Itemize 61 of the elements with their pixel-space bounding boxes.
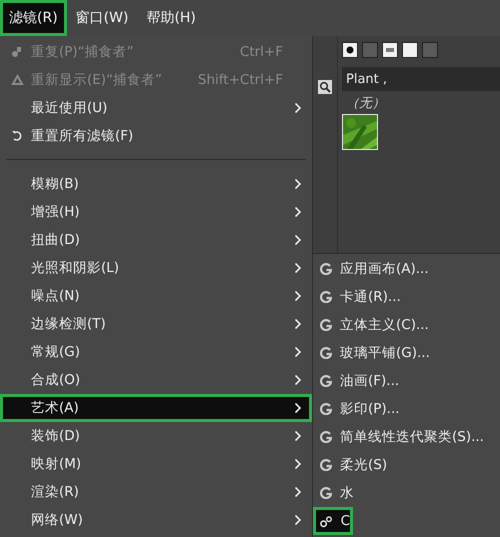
submenu-item[interactable]: 简单线性迭代聚类(S)... (313, 423, 500, 451)
font-tab-icon[interactable] (382, 42, 398, 58)
gegl-icon (320, 263, 332, 275)
tag-field[interactable]: Plant , (342, 67, 500, 91)
chevron-right-icon (294, 290, 302, 302)
menu-bar-item[interactable]: 滤镜(R) (0, 0, 67, 36)
menu-item[interactable]: 装饰(D) (0, 422, 312, 450)
menu-item[interactable]: 艺术(A) (0, 394, 312, 422)
shortcut-label: Ctrl+F (240, 44, 284, 60)
chevron-right-icon (294, 178, 302, 190)
submenu-item[interactable]: 应用画布(A)... (313, 255, 500, 283)
chevron-right-icon (294, 514, 302, 526)
submenu-item[interactable]: 柔光(S) (313, 451, 500, 479)
submenu-item[interactable]: 玻璃平铺(G)... (313, 339, 500, 367)
gegl-icon (320, 459, 332, 471)
gegl-icon (320, 347, 332, 359)
gegl-icon (320, 431, 332, 443)
reset-icon (11, 130, 23, 142)
brush-tab-icon[interactable] (342, 42, 358, 58)
submenu-item[interactable]: 油画(F)... (313, 367, 500, 395)
submenu-item[interactable]: 影印(P)... (313, 395, 500, 423)
submenu-item[interactable]: 水 (313, 479, 500, 507)
menu-item[interactable]: 增强(H) (0, 198, 312, 226)
submenu-item[interactable]: C (313, 507, 353, 535)
menu-item[interactable]: 光照和阴影(L) (0, 254, 312, 282)
menu-item[interactable]: 网络(W) (0, 506, 312, 534)
chevron-right-icon (294, 374, 302, 386)
selection-label: （无） (346, 95, 386, 112)
shortcut-label: Shift+Ctrl+F (198, 72, 284, 88)
gegl-icon (320, 375, 332, 387)
menu-item[interactable]: 渲染(R) (0, 478, 312, 506)
menu-item[interactable]: 映射(M) (0, 450, 312, 478)
chevron-right-icon (294, 206, 302, 218)
menu-bar-item[interactable]: 窗口(W) (66, 0, 138, 36)
chevron-right-icon (294, 318, 302, 330)
menu-item[interactable]: 最近使用(U) (0, 94, 312, 122)
submenu-item[interactable]: 立体主义(C)... (313, 311, 500, 339)
gegl-icon (320, 403, 332, 415)
menu-item[interactable]: 模糊(B) (0, 170, 312, 198)
menu-item[interactable]: 常规(G) (0, 338, 312, 366)
menu-item[interactable]: 边缘检测(T) (0, 310, 312, 338)
gegl-icon (320, 487, 332, 499)
gegl-icon (320, 291, 332, 303)
menu-bar-item[interactable]: 帮助(H) (137, 0, 205, 36)
gradient-tab-icon[interactable] (402, 42, 418, 58)
chevron-right-icon (294, 486, 302, 498)
chevron-right-icon (294, 102, 302, 114)
menu-item[interactable]: 扭曲(D) (0, 226, 312, 254)
chevron-right-icon (294, 458, 302, 470)
chevron-right-icon (294, 402, 302, 414)
chevron-right-icon (294, 262, 302, 274)
chevron-right-icon (294, 234, 302, 246)
zoom-icon[interactable] (318, 80, 332, 94)
submenu-item[interactable]: 卡通(R)... (313, 283, 500, 311)
chevron-right-icon (294, 430, 302, 442)
menu-item[interactable]: 重置所有滤镜(F) (0, 122, 312, 150)
gear-icon (320, 514, 333, 528)
menu-item[interactable]: 合成(O) (0, 366, 312, 394)
menu-item[interactable]: 噪点(N) (0, 282, 312, 310)
chevron-right-icon (294, 346, 302, 358)
gegl-icon (320, 319, 332, 331)
